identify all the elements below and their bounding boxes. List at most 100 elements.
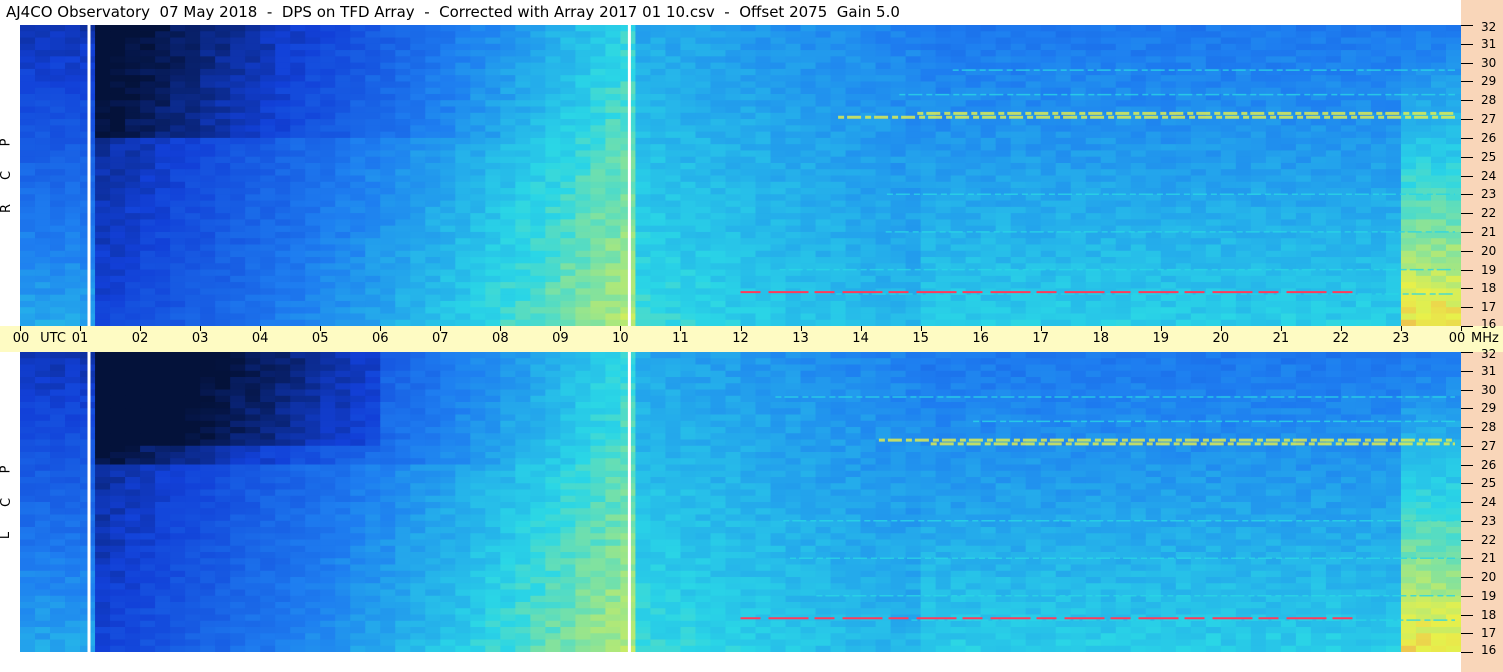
lcp-cell [110, 370, 126, 378]
rcp-cell [200, 137, 216, 145]
lcp-cell [110, 470, 126, 478]
rcp-cell [590, 313, 607, 321]
rcp-cell [1295, 200, 1312, 208]
rcp-cell [110, 231, 126, 239]
rcp-cell [170, 250, 186, 258]
rcp-cell [410, 282, 426, 289]
rcp-cell [980, 250, 997, 258]
rcp-cell [65, 25, 81, 32]
rcp-cell [1115, 275, 1132, 283]
rcp-cell [575, 112, 591, 120]
rcp-cell [1250, 181, 1267, 189]
rcp-cell [215, 25, 231, 32]
rcp-cell [305, 194, 321, 202]
rcp-cell [530, 206, 546, 214]
rcp-cell [290, 62, 306, 70]
rcp-cell [320, 31, 336, 39]
rcp-cell [1235, 131, 1252, 139]
rcp-cell [1295, 181, 1312, 189]
rcp-cell [455, 231, 471, 239]
rcp-cell [155, 43, 171, 51]
rcp-cell [560, 112, 576, 120]
rcp-cell [665, 162, 682, 170]
rcp-cell [185, 219, 201, 227]
rcp-cell [680, 257, 697, 264]
rcp-cell [485, 194, 501, 202]
rcp-cell [320, 250, 336, 258]
rcp-cell [1265, 43, 1282, 51]
lcp-cell [65, 570, 81, 578]
rcp-cell [1205, 81, 1222, 89]
rcp-cell [1190, 100, 1207, 108]
rcp-cell [1430, 206, 1447, 214]
rcp-cell [200, 307, 216, 315]
rcp-cell [1310, 300, 1327, 308]
rcp-cell [1280, 194, 1297, 202]
rcp-cell [995, 213, 1012, 220]
rcp-cell [575, 156, 591, 164]
rcp-cell [1430, 244, 1447, 252]
rcp-cell [245, 150, 261, 158]
rcp-cell [860, 219, 877, 227]
rcp-cell [20, 282, 36, 289]
rcp-cell [1295, 238, 1312, 246]
rcp-cell [890, 81, 907, 89]
rcp-cell [605, 263, 622, 271]
rcp-cell [545, 62, 561, 70]
rcp-cell [845, 62, 862, 70]
rcp-cell [380, 119, 396, 126]
rcp-cell [200, 37, 216, 45]
rcp-cell [830, 81, 847, 89]
rcp-cell [515, 244, 531, 252]
lcp-cell [35, 527, 51, 534]
rcp-cell [95, 206, 111, 214]
rcp-cell [425, 307, 441, 315]
rcp-cell [575, 194, 591, 202]
rcp-cell [1355, 81, 1372, 89]
rcp-cell [245, 206, 261, 214]
rcp-cell [350, 250, 366, 258]
rcp-cell [1250, 200, 1267, 208]
rcp-cell [1055, 294, 1072, 302]
rcp-cell [1280, 307, 1297, 315]
rcp-cell [350, 313, 366, 321]
rcp-cell [740, 125, 757, 133]
rcp-cell [1310, 307, 1327, 315]
rcp-cell [710, 56, 727, 64]
lcp-cell [50, 402, 66, 409]
rcp-cell [1370, 250, 1387, 258]
lcp-cell [35, 639, 51, 647]
rcp-cell [305, 188, 321, 195]
rcp-cell [860, 213, 877, 220]
rcp-cell [875, 244, 892, 252]
rcp-cell [35, 263, 51, 271]
rcp-cell [1310, 282, 1327, 289]
rcp-cell [1415, 206, 1432, 214]
rcp-cell [290, 93, 306, 101]
rcp-cell [1295, 43, 1312, 51]
rcp-cell [1415, 56, 1432, 64]
rcp-cell [695, 257, 712, 264]
rcp-cell [650, 282, 667, 289]
rcp-cell [980, 144, 997, 152]
rcp-cell [1070, 31, 1087, 39]
rcp-cell [395, 162, 411, 170]
rcp-cell [1175, 175, 1192, 183]
rcp-cell [950, 294, 967, 302]
rcp-cell [1145, 206, 1162, 214]
rcp-cell [1175, 125, 1192, 133]
rcp-cell [710, 238, 727, 246]
rcp-cell [1010, 50, 1027, 57]
rcp-cell [1205, 206, 1222, 214]
rcp-cell [215, 125, 231, 133]
rcp-cell [95, 257, 111, 264]
rcp-cell [1340, 282, 1357, 289]
rcp-cell [1115, 137, 1132, 145]
rcp-cell [560, 257, 576, 264]
lcp-cell [65, 633, 81, 641]
rcp-cell [965, 231, 982, 239]
rcp-cell [320, 75, 336, 83]
rcp-cell [770, 31, 787, 39]
lcp-cell [20, 627, 36, 634]
rcp-cell [815, 50, 832, 57]
